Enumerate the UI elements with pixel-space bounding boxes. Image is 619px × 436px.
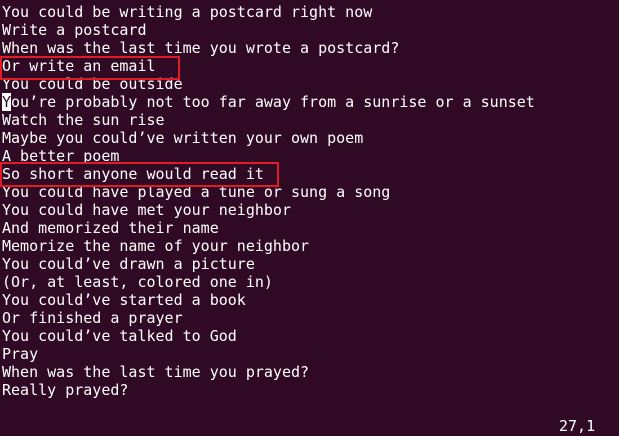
text-cursor[interactable]: Y xyxy=(2,93,12,111)
text-line: (Or, at least, colored one in) xyxy=(2,273,273,291)
text-line: Write a postcard xyxy=(2,21,147,39)
text-line: Really prayed? xyxy=(2,381,129,399)
text-line: And memorized their name xyxy=(2,219,219,237)
text-line: So short anyone would read it xyxy=(2,165,264,183)
text-line: Maybe you could’ve written your own poem xyxy=(2,129,364,147)
text-line: You could’ve drawn a picture xyxy=(2,255,255,273)
text-line: Or finished a prayer xyxy=(2,309,183,327)
cursor-line-text: ou’re probably not too far away from a s… xyxy=(11,93,535,111)
text-line: A better poem xyxy=(2,147,120,165)
cursor-position-indicator: 27,1 xyxy=(559,417,596,435)
text-line: You could be writing a postcard right no… xyxy=(2,3,373,21)
text-line: You could have met your neighbor xyxy=(2,201,291,219)
text-line: When was the last time you wrote a postc… xyxy=(2,39,400,57)
text-buffer[interactable]: You could be writing a postcard right no… xyxy=(0,3,619,399)
text-line: You could’ve talked to God xyxy=(2,327,237,345)
text-line: Memorize the name of your neighbor xyxy=(2,237,310,255)
terminal-window[interactable]: You could be writing a postcard right no… xyxy=(0,0,619,436)
text-line: Or write an email xyxy=(2,57,156,75)
text-line: When was the last time you prayed? xyxy=(2,363,310,381)
text-line: Watch the sun rise xyxy=(2,111,165,129)
text-line: Pray xyxy=(2,345,39,363)
text-line: You could be outside xyxy=(2,75,183,93)
text-line: You could’ve started a book xyxy=(2,291,246,309)
text-line-with-cursor: You’re probably not too far away from a … xyxy=(2,93,619,111)
text-line: You could have played a tune or sung a s… xyxy=(2,183,391,201)
